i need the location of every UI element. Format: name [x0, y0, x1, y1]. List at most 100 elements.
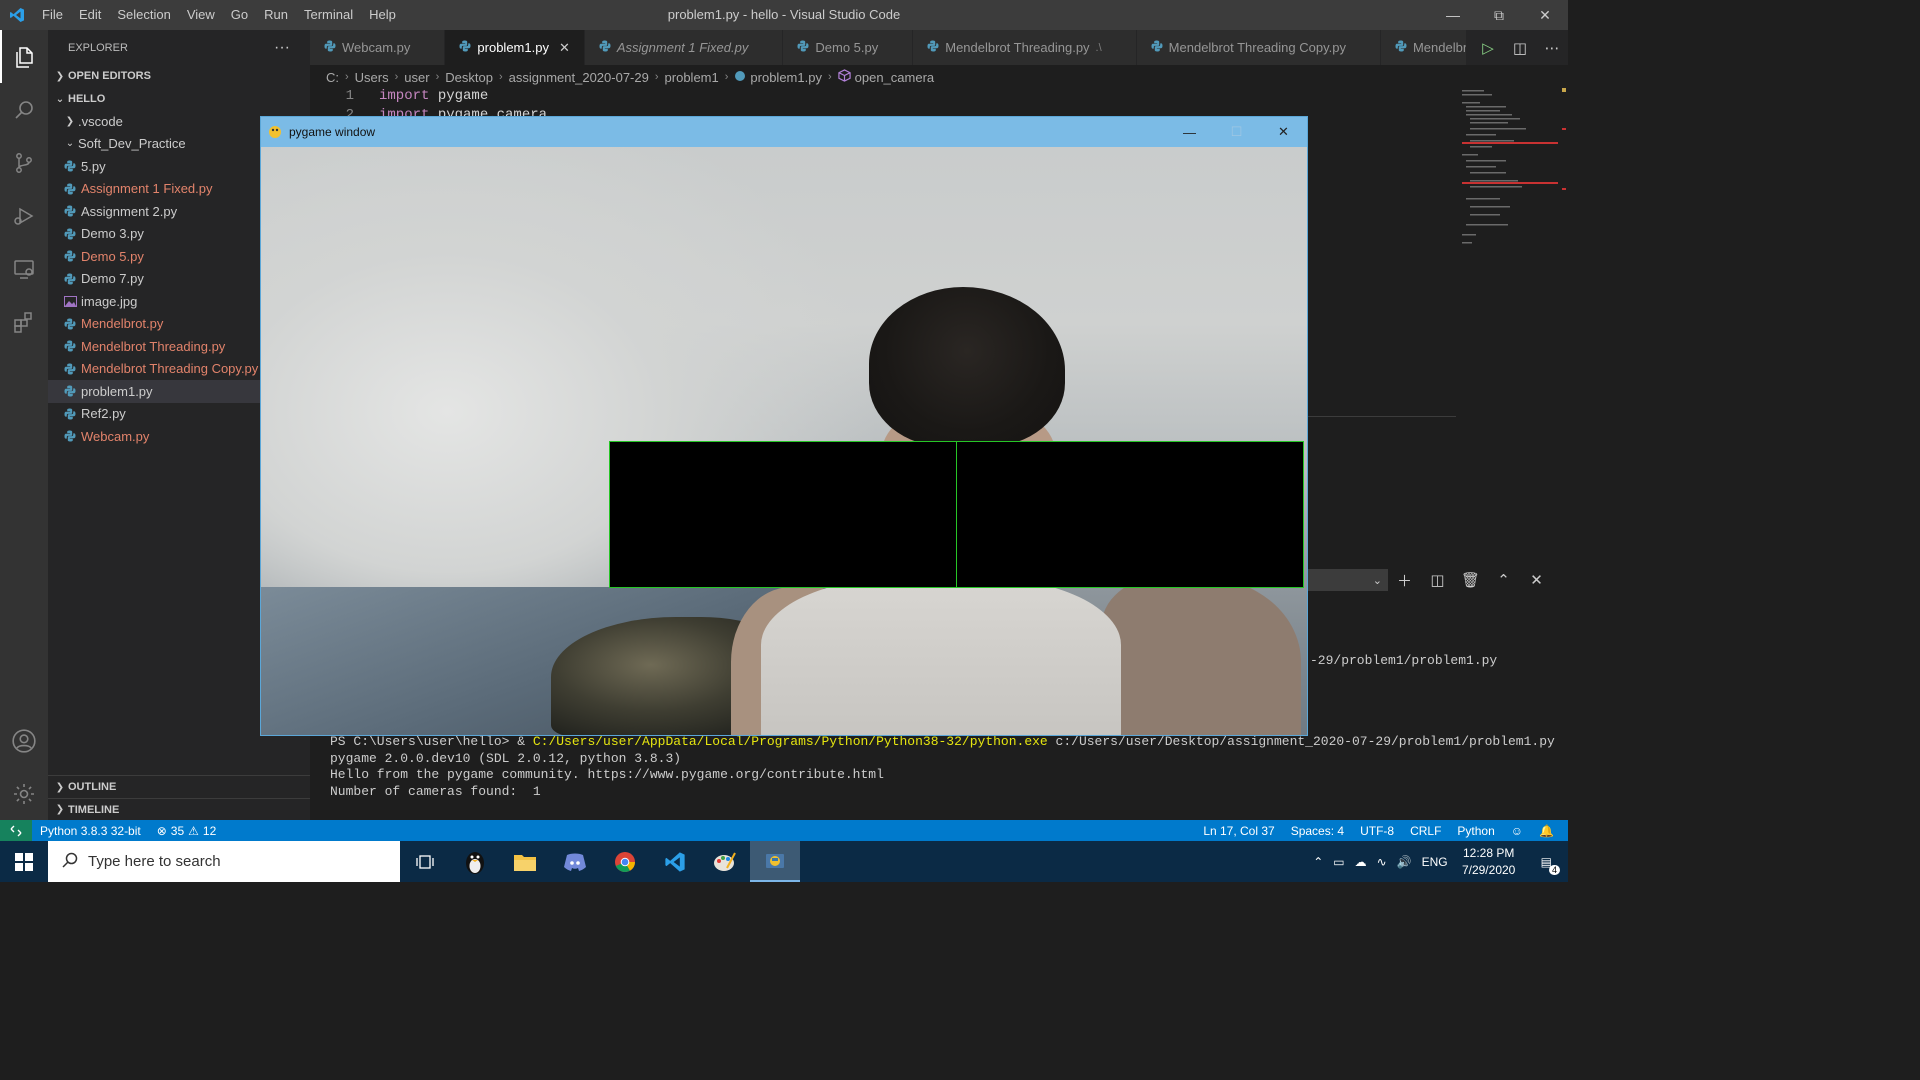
taskbar-clock[interactable]: 12:28 PM 7/29/2020	[1453, 845, 1525, 879]
split-terminal-icon[interactable]: ◫	[1421, 571, 1454, 589]
remote-explorer-icon[interactable]	[0, 242, 48, 295]
feedback-icon[interactable]: ☺	[1503, 824, 1531, 838]
terminal-line: Hello from the pygame community. https:/…	[330, 767, 884, 782]
source-control-icon[interactable]	[0, 136, 48, 189]
close-panel-icon[interactable]: ✕	[1520, 571, 1553, 589]
breadcrumb-item[interactable]: user	[404, 70, 429, 85]
linux-tux-app-icon[interactable]	[450, 841, 500, 882]
run-debug-icon[interactable]	[0, 189, 48, 242]
breadcrumb-item[interactable]: problem1	[665, 70, 719, 85]
accounts-icon[interactable]	[0, 714, 48, 767]
cursor-position[interactable]: Ln 17, Col 37	[1195, 824, 1282, 838]
editor-tab[interactable]: Demo 5.py	[783, 30, 914, 65]
remote-indicator-icon[interactable]	[0, 820, 32, 841]
notification-center-icon[interactable]: ▤ 4	[1525, 855, 1568, 875]
file-tree-label: 5.py	[81, 158, 106, 174]
menu-run[interactable]: Run	[256, 0, 296, 30]
editor-tab[interactable]: Mendelbrot Threading Copy.py	[1136, 30, 1381, 65]
editor-tab[interactable]: Webcam.py	[310, 30, 446, 65]
maximize-panel-icon[interactable]: ⌃	[1487, 571, 1520, 589]
folder-section[interactable]: ⌄ HELLO	[48, 88, 310, 110]
breadcrumb-item[interactable]: open_camera	[855, 70, 935, 85]
file-explorer-icon[interactable]	[500, 841, 550, 882]
outline-section[interactable]: ❯ OUTLINE	[48, 776, 310, 798]
volume-icon[interactable]: 🔊	[1392, 855, 1417, 869]
terminal-output[interactable]: PS C:\Users\user\hello> & C:/Users/user/…	[330, 734, 1560, 814]
camera-hair	[869, 287, 1065, 447]
tab-label: Mendelbrot Threading.py	[945, 40, 1090, 55]
editor-tab[interactable]: problem1.py ✕	[445, 30, 585, 65]
panel-divider	[1306, 416, 1456, 417]
menu-view[interactable]: View	[179, 0, 223, 30]
run-icon[interactable]: ▷	[1472, 39, 1504, 57]
editor-tab[interactable]: Mendelbrot Threading.py .\	[913, 30, 1137, 65]
discord-icon[interactable]	[550, 841, 600, 882]
python-interpreter[interactable]: Python 3.8.3 32-bit	[32, 824, 149, 838]
wifi-icon[interactable]: ∿	[1372, 855, 1392, 869]
trash-icon[interactable]: 🗑	[1454, 571, 1487, 589]
chrome-icon[interactable]	[600, 841, 650, 882]
pygame-title-bar[interactable]: pygame window — ☐ ✕	[261, 117, 1307, 147]
open-editors-section[interactable]: ❯ OPEN EDITORS	[48, 65, 310, 87]
chevron-up-icon[interactable]: ⌃	[1308, 855, 1328, 869]
menu-file[interactable]: File	[34, 0, 71, 30]
menu-edit[interactable]: Edit	[71, 0, 109, 30]
tab-label: Assignment 1 Fixed.py	[616, 40, 749, 55]
language-mode[interactable]: Python	[1449, 824, 1502, 838]
bell-icon[interactable]: 🔔	[1531, 824, 1562, 838]
pygame-close-button[interactable]: ✕	[1260, 117, 1307, 147]
split-editor-icon[interactable]: ◫	[1504, 39, 1536, 57]
paint-icon[interactable]	[700, 841, 750, 882]
windows-start-icon[interactable]	[0, 841, 48, 882]
editor-tabs: Webcam.py problem1.py ✕ Assignment 1 Fixed.…	[310, 30, 1568, 65]
taskbar-search-input[interactable]: Type here to search	[48, 841, 400, 882]
breadcrumb-item[interactable]: problem1.py	[750, 70, 822, 85]
outline-label: OUTLINE	[68, 781, 117, 793]
more-icon[interactable]: ⋯	[1536, 39, 1568, 57]
onedrive-cloud-icon[interactable]: ☁	[1350, 855, 1372, 869]
indentation[interactable]: Spaces: 4	[1283, 824, 1352, 838]
pygame-maximize-button[interactable]: ☐	[1213, 117, 1260, 147]
close-tab-icon[interactable]: ✕	[559, 40, 570, 56]
restore-button[interactable]: ⧉	[1476, 0, 1522, 30]
task-view-icon[interactable]	[400, 841, 450, 882]
close-button[interactable]: ✕	[1522, 0, 1568, 30]
python-file-icon	[62, 183, 78, 195]
encoding[interactable]: UTF-8	[1352, 824, 1402, 838]
vscode-taskbar-icon[interactable]	[650, 841, 700, 882]
battery-icon[interactable]: ▭	[1328, 855, 1349, 869]
explorer-icon[interactable]	[0, 30, 48, 83]
extensions-icon[interactable]	[0, 295, 48, 348]
menu-go[interactable]: Go	[223, 0, 256, 30]
more-actions-icon[interactable]: ···	[274, 39, 290, 57]
problems-indicator[interactable]: ⊗ 35 ⚠ 12	[149, 824, 225, 838]
breadcrumb-item[interactable]: Users	[355, 70, 389, 85]
timeline-section[interactable]: ❯ TIMELINE	[48, 798, 310, 820]
menu-help[interactable]: Help	[361, 0, 404, 30]
python-taskbar-icon[interactable]	[750, 841, 800, 882]
editor-tab[interactable]: Assignment 1 Fixed.py	[584, 30, 784, 65]
editor-scrollbar[interactable]	[1556, 88, 1568, 408]
chevron-down-icon: ⌄	[55, 93, 65, 105]
breadcrumb-item[interactable]: C:	[326, 70, 339, 85]
breadcrumb-item[interactable]: assignment_2020-07-29	[509, 70, 649, 85]
pygame-window[interactable]: pygame window — ☐ ✕	[260, 116, 1308, 736]
breadcrumb-item[interactable]: Desktop	[445, 70, 493, 85]
python-file-icon	[62, 160, 78, 172]
gear-icon[interactable]	[0, 767, 48, 820]
pygame-title: pygame window	[289, 125, 376, 139]
menu-terminal[interactable]: Terminal	[296, 0, 361, 30]
camera-shirt	[761, 577, 1121, 735]
minimize-button[interactable]: —	[1430, 0, 1476, 30]
pygame-minimize-button[interactable]: —	[1166, 117, 1213, 147]
minimap[interactable]	[1458, 88, 1558, 408]
language-indicator[interactable]: ENG	[1417, 855, 1453, 869]
status-right: Ln 17, Col 37 Spaces: 4 UTF-8 CRLF Pytho…	[1195, 820, 1562, 841]
new-terminal-icon[interactable]: ＋	[1388, 570, 1421, 591]
line-ending[interactable]: CRLF	[1402, 824, 1449, 838]
terminal-select[interactable]: ⌄	[1308, 569, 1388, 591]
tab-description: .\	[1095, 41, 1102, 54]
search-icon[interactable]	[0, 83, 48, 136]
menu-selection[interactable]: Selection	[109, 0, 178, 30]
tab-label: problem1.py	[477, 40, 549, 55]
